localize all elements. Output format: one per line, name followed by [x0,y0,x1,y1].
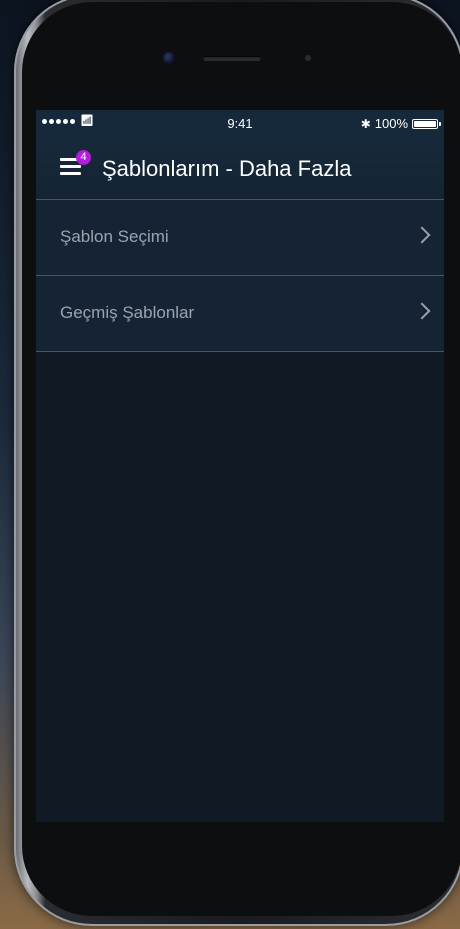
chevron-right-icon [413,302,431,320]
status-bar: 📶︎ 9:41 ✱ 100% [36,110,444,136]
bluetooth-icon: ✱ [360,116,371,131]
front-camera [163,52,175,64]
earpiece-speaker [203,56,261,61]
hamburger-menu-icon[interactable]: 4 [60,150,91,178]
chevron-right-icon [413,226,431,244]
notification-badge: 4 [76,150,91,165]
battery-icon [412,118,441,129]
list-item-label: Şablon Seçimi [60,227,169,246]
list-item-gecmis-sablonlar[interactable]: Geçmiş Şablonlar [36,276,444,352]
screen: 📶︎ 9:41 ✱ 100% 4 Şablonlarım - Daha Fazl… [36,110,444,822]
battery-percent: 100% [374,116,408,131]
list-item-label: Geçmiş Şablonlar [60,303,195,322]
list-item-sablon-secimi[interactable]: Şablon Seçimi [36,200,444,276]
nav-bar: 4 Şablonlarım - Daha Fazla [36,136,444,200]
empty-content-area [36,352,444,822]
page-title: Şablonlarım - Daha Fazla [102,156,352,181]
proximity-sensor [305,55,311,61]
status-right: ✱ 100% [360,116,441,131]
